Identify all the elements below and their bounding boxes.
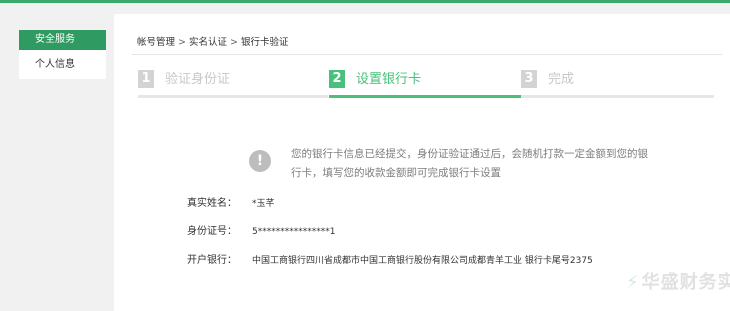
step-label: 完成 [548,72,575,87]
progress-steps: 1 验证身份证 2 设置银行卡 3 完成 [138,70,714,98]
step-number: 3 [521,70,537,88]
step-complete: 3 完成 [521,70,714,98]
sidebar-item-security-service[interactable]: 安全服务 [19,30,106,50]
watermark-text: 华盛财务实盾 [641,272,730,293]
step-number: 2 [329,70,345,88]
step-set-bank-card: 2 设置银行卡 [329,70,521,98]
info-row-real-name: 真实姓名： *玉芊 [187,194,275,209]
breadcrumb-real-name-auth[interactable]: 实名认证 [189,37,227,48]
breadcrumb-bank-card-verify: 银行卡验证 [240,37,289,48]
info-row-id-number: 身份证号： 5****************1 [187,222,335,237]
step-verify-id: 1 验证身份证 [138,70,328,98]
id-number-value: 5****************1 [252,227,336,237]
main-panel: 帐号管理 > 实名认证 > 银行卡验证 1 验证身份证 2 设置银行卡 3 完成 ! 您… [114,14,730,311]
bank-label: 开户银行： [187,255,237,266]
step-label: 设置银行卡 [356,72,422,87]
watermark: ⚡华盛财务实盾 [626,268,730,294]
sidebar-item-personal-info[interactable]: 个人信息 [19,55,106,75]
step-progress-bar [329,95,521,98]
breadcrumb-separator: > [178,37,186,48]
info-row-bank: 开户银行： 中国工商银行四川省成都市中国工商银行股份有限公司成都青羊工业 银行卡尾… [187,251,593,266]
real-name-label: 真实姓名： [187,198,237,209]
id-number-label: 身份证号： [187,226,237,237]
watermark-logo-icon: ⚡ [626,272,640,293]
breadcrumb-account-management[interactable]: 帐号管理 [137,37,175,48]
real-name-value: *玉芊 [252,199,275,209]
notice-message: 您的银行卡信息已经提交，身份证验证通过后，会随机打款一定金额到您的银行卡，填写您… [291,148,648,179]
top-accent-bar [0,0,730,3]
bank-value: 中国工商银行四川省成都市中国工商银行股份有限公司成都青羊工业 银行卡尾号2375 [252,256,593,266]
divider [132,54,722,55]
breadcrumb: 帐号管理 > 实名认证 > 银行卡验证 [137,34,288,48]
step-number: 1 [138,70,154,88]
sidebar: 安全服务 个人信息 [19,30,106,79]
breadcrumb-separator: > [230,37,238,48]
step-progress-bar [521,95,714,98]
exclamation-icon: ! [249,150,271,172]
step-progress-bar [138,95,328,98]
step-label: 验证身份证 [165,72,231,87]
